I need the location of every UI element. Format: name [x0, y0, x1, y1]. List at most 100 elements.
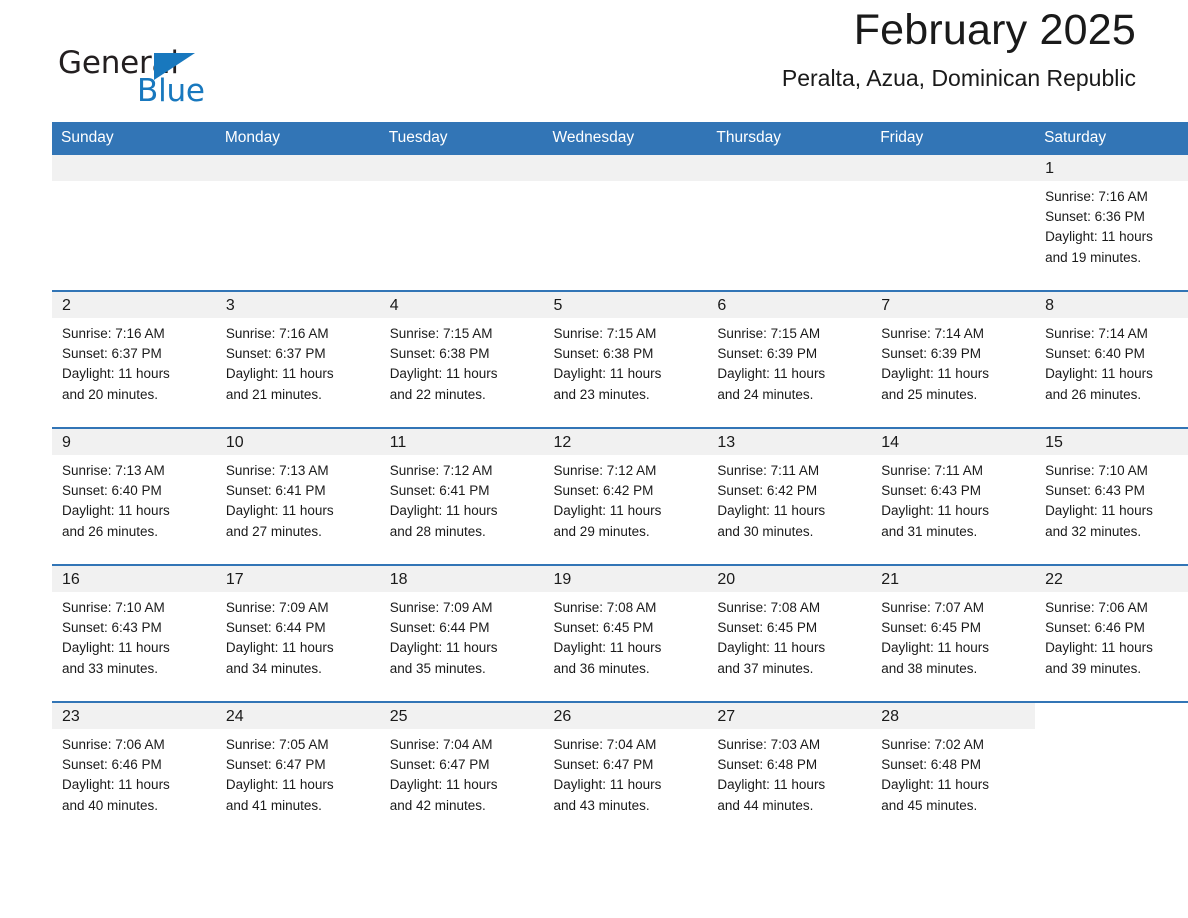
calendar-day-cell[interactable]: 9 Sunrise: 7:13 AM Sunset: 6:40 PM Daylight… — [52, 427, 216, 565]
day-daylight1-text: Daylight: 11 hours — [62, 366, 170, 382]
calendar-day-cell[interactable]: 2 Sunrise: 7:16 AM Sunset: 6:37 PM Daylight… — [52, 290, 216, 428]
day-daylight1-text: Daylight: 11 hours — [389, 640, 498, 656]
day-sunset-text: Sunset: 6:48 PM — [881, 757, 982, 773]
calendar-day-cell[interactable]: 11 Sunrise: 7:12 AM Sunset: 6:41 PM Dayligh… — [379, 427, 544, 565]
calendar-day-cell[interactable]: 16 Sunrise: 7:10 AM Sunset: 6:43 PM Dayligh… — [52, 564, 216, 702]
calendar-day-cell[interactable]: 28 Sunrise: 7:02 AM Sunset: 6:48 PM Dayligh… — [871, 701, 1036, 838]
day-daylight1-text: Daylight: 11 hours — [881, 777, 990, 793]
day-sun-info: Sunrise: 7:06 AM Sunset: 6:46 PM Daylight:… — [1035, 592, 1188, 679]
day-daylight1-text: Daylight: 11 hours — [1045, 366, 1153, 382]
day-cell-inner: 7 Sunrise: 7:14 AM Sunset: 6:39 PM Daylight… — [871, 292, 1036, 427]
calendar-day-cell — [379, 155, 544, 291]
calendar-week-row: 16 Sunrise: 7:10 AM Sunset: 6:43 PM Dayligh… — [52, 564, 1188, 702]
day-number: 20 — [707, 566, 872, 592]
day-sunrise-text: Sunrise: 7:05 AM — [225, 737, 329, 752]
calendar-day-cell[interactable]: 5 Sunrise: 7:15 AM Sunset: 6:38 PM Daylight… — [543, 290, 708, 428]
day-sunset-text: Sunset: 6:38 PM — [553, 346, 654, 362]
calendar-day-cell[interactable]: 1 Sunrise: 7:16 AM Sunset: 6:36 PM Daylight… — [1035, 155, 1188, 291]
generalblue-logo[interactable]: General Blue — [58, 48, 248, 110]
calendar-day-cell[interactable]: 7 Sunrise: 7:14 AM Sunset: 6:39 PM Daylight… — [871, 290, 1036, 428]
day-number: 14 — [871, 429, 1036, 455]
day-cell-inner: 17 Sunrise: 7:09 AM Sunset: 6:44 PM Dayligh… — [215, 566, 380, 701]
day-daylight2-text: and 22 minutes. — [389, 386, 486, 402]
calendar-day-cell — [871, 155, 1036, 291]
weekday-header-tuesday: Tuesday — [379, 122, 544, 155]
day-sun-info: Sunrise: 7:10 AM Sunset: 6:43 PM Daylight:… — [52, 592, 216, 679]
day-number: 10 — [215, 429, 380, 455]
calendar-day-cell[interactable]: 25 Sunrise: 7:04 AM Sunset: 6:47 PM Dayligh… — [379, 701, 544, 838]
day-sunrise-text: Sunrise: 7:12 AM — [553, 463, 657, 478]
day-daylight2-text: and 23 minutes. — [553, 386, 650, 402]
day-sunset-text: Sunset: 6:42 PM — [553, 483, 654, 499]
day-sunrise-text: Sunrise: 7:11 AM — [881, 463, 984, 478]
calendar-day-cell — [1035, 701, 1188, 838]
calendar-day-cell[interactable]: 27 Sunrise: 7:03 AM Sunset: 6:48 PM Dayligh… — [707, 701, 872, 838]
calendar-day-cell[interactable]: 4 Sunrise: 7:15 AM Sunset: 6:38 PM Daylight… — [379, 290, 544, 428]
day-daylight2-text: and 32 minutes. — [1045, 523, 1142, 539]
day-daylight1-text: Daylight: 11 hours — [553, 503, 662, 519]
day-cell-inner: 19 Sunrise: 7:08 AM Sunset: 6:45 PM Dayligh… — [543, 566, 708, 701]
day-sun-info: Sunrise: 7:09 AM Sunset: 6:44 PM Daylight:… — [380, 592, 544, 679]
calendar-day-cell[interactable]: 22 Sunrise: 7:06 AM Sunset: 6:46 PM Dayligh… — [1035, 564, 1188, 702]
day-sunrise-text: Sunrise: 7:04 AM — [389, 737, 493, 752]
calendar-day-cell[interactable]: 26 Sunrise: 7:04 AM Sunset: 6:47 PM Dayligh… — [543, 701, 708, 838]
day-cell-inner — [379, 155, 544, 290]
day-number: 6 — [707, 292, 872, 318]
calendar-day-cell[interactable]: 20 Sunrise: 7:08 AM Sunset: 6:45 PM Dayligh… — [707, 564, 872, 702]
day-daylight2-text: and 40 minutes. — [62, 797, 159, 813]
day-sun-info: Sunrise: 7:14 AM Sunset: 6:40 PM Daylight:… — [1035, 318, 1188, 405]
day-sun-info: Sunrise: 7:11 AM Sunset: 6:42 PM Daylight:… — [707, 455, 871, 542]
day-daylight2-text: and 36 minutes. — [553, 660, 650, 676]
day-cell-inner: 12 Sunrise: 7:12 AM Sunset: 6:42 PM Dayligh… — [543, 429, 708, 564]
day-daylight1-text: Daylight: 11 hours — [1045, 229, 1153, 245]
day-number — [215, 155, 380, 181]
day-daylight2-text: and 44 minutes. — [717, 797, 814, 813]
calendar-day-cell[interactable]: 8 Sunrise: 7:14 AM Sunset: 6:40 PM Daylight… — [1035, 290, 1188, 428]
day-cell-inner — [707, 155, 872, 290]
calendar-day-cell[interactable]: 18 Sunrise: 7:09 AM Sunset: 6:44 PM Dayligh… — [379, 564, 544, 702]
day-sunset-text: Sunset: 6:40 PM — [1045, 346, 1145, 362]
calendar-day-cell[interactable]: 21 Sunrise: 7:07 AM Sunset: 6:45 PM Dayligh… — [871, 564, 1036, 702]
day-daylight1-text: Daylight: 11 hours — [717, 503, 826, 519]
calendar-grid: Sunday Monday Tuesday Wednesday Thursday… — [52, 122, 1188, 838]
day-cell-inner — [1035, 703, 1188, 838]
calendar-day-cell[interactable]: 3 Sunrise: 7:16 AM Sunset: 6:37 PM Daylight… — [215, 290, 380, 428]
day-daylight2-text: and 34 minutes. — [225, 660, 322, 676]
calendar-day-cell[interactable]: 24 Sunrise: 7:05 AM Sunset: 6:47 PM Dayligh… — [215, 701, 380, 838]
day-number: 22 — [1035, 566, 1188, 592]
calendar-day-cell[interactable]: 14 Sunrise: 7:11 AM Sunset: 6:43 PM Dayligh… — [871, 427, 1036, 565]
day-daylight1-text: Daylight: 11 hours — [62, 503, 170, 519]
day-sunset-text: Sunset: 6:46 PM — [62, 757, 162, 773]
day-sunrise-text: Sunrise: 7:11 AM — [717, 463, 820, 478]
day-daylight1-text: Daylight: 11 hours — [881, 503, 990, 519]
day-daylight2-text: and 43 minutes. — [553, 797, 650, 813]
calendar-day-cell[interactable]: 15 Sunrise: 7:10 AM Sunset: 6:43 PM Dayligh… — [1035, 427, 1188, 565]
day-cell-inner: 25 Sunrise: 7:04 AM Sunset: 6:47 PM Dayligh… — [379, 703, 544, 838]
calendar-day-cell[interactable]: 23 Sunrise: 7:06 AM Sunset: 6:46 PM Dayligh… — [52, 701, 216, 838]
day-sunrise-text: Sunrise: 7:14 AM — [881, 326, 985, 341]
day-sunset-text: Sunset: 6:36 PM — [1045, 209, 1145, 225]
calendar-day-cell[interactable]: 10 Sunrise: 7:13 AM Sunset: 6:41 PM Dayligh… — [215, 427, 380, 565]
day-cell-inner: 28 Sunrise: 7:02 AM Sunset: 6:48 PM Dayligh… — [871, 703, 1036, 838]
calendar-day-cell[interactable]: 13 Sunrise: 7:11 AM Sunset: 6:42 PM Dayligh… — [707, 427, 872, 565]
day-daylight2-text: and 25 minutes. — [881, 386, 978, 402]
day-sunset-text: Sunset: 6:45 PM — [881, 620, 982, 636]
day-sun-info: Sunrise: 7:05 AM Sunset: 6:47 PM Daylight:… — [216, 729, 380, 816]
calendar-day-cell[interactable]: 12 Sunrise: 7:12 AM Sunset: 6:42 PM Dayligh… — [543, 427, 708, 565]
calendar-day-cell[interactable]: 6 Sunrise: 7:15 AM Sunset: 6:39 PM Daylight… — [707, 290, 872, 428]
calendar-day-cell[interactable]: 17 Sunrise: 7:09 AM Sunset: 6:44 PM Dayligh… — [215, 564, 380, 702]
calendar-day-cell[interactable]: 19 Sunrise: 7:08 AM Sunset: 6:45 PM Dayligh… — [543, 564, 708, 702]
day-sunrise-text: Sunrise: 7:13 AM — [225, 463, 329, 478]
day-cell-inner: 4 Sunrise: 7:15 AM Sunset: 6:38 PM Daylight… — [379, 292, 544, 427]
day-sunset-text: Sunset: 6:37 PM — [225, 346, 326, 362]
day-daylight2-text: and 28 minutes. — [389, 523, 486, 539]
day-sunrise-text: Sunrise: 7:07 AM — [881, 600, 985, 615]
day-daylight1-text: Daylight: 11 hours — [389, 503, 498, 519]
day-number: 23 — [52, 703, 216, 729]
day-cell-inner: 15 Sunrise: 7:10 AM Sunset: 6:43 PM Dayligh… — [1035, 429, 1188, 564]
day-number: 16 — [52, 566, 216, 592]
day-sunset-text: Sunset: 6:39 PM — [881, 346, 982, 362]
day-daylight2-text: and 24 minutes. — [717, 386, 814, 402]
day-daylight1-text: Daylight: 11 hours — [717, 777, 826, 793]
day-sun-info: Sunrise: 7:09 AM Sunset: 6:44 PM Daylight:… — [216, 592, 380, 679]
